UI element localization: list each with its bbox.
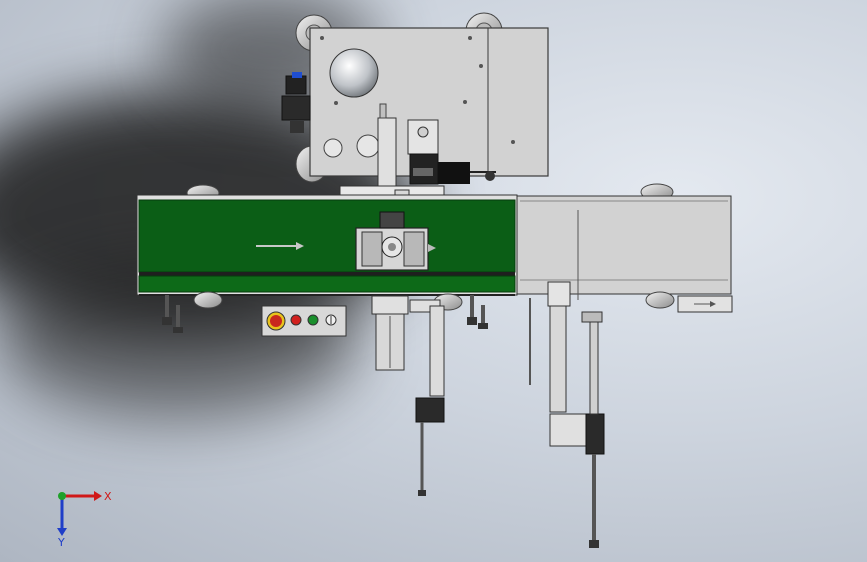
axis-triad-icon[interactable]: X Y xyxy=(44,480,124,550)
x-axis-label: X xyxy=(104,490,112,503)
y-axis-arrow xyxy=(57,528,67,536)
green-conveyor xyxy=(136,194,518,296)
machine-drawing[interactable] xyxy=(0,0,867,562)
actuator-right xyxy=(529,281,605,548)
y-axis-label: Y xyxy=(57,536,65,549)
actuator-left xyxy=(371,295,445,496)
pressure-regulator xyxy=(281,72,311,133)
z-axis-origin xyxy=(58,492,66,500)
x-axis-arrow xyxy=(94,491,102,501)
cad-viewport[interactable]: X Y xyxy=(0,0,867,562)
caster-bottom-right xyxy=(645,291,675,309)
caster-bottom-left xyxy=(193,291,223,309)
operator-panel[interactable] xyxy=(261,305,347,337)
